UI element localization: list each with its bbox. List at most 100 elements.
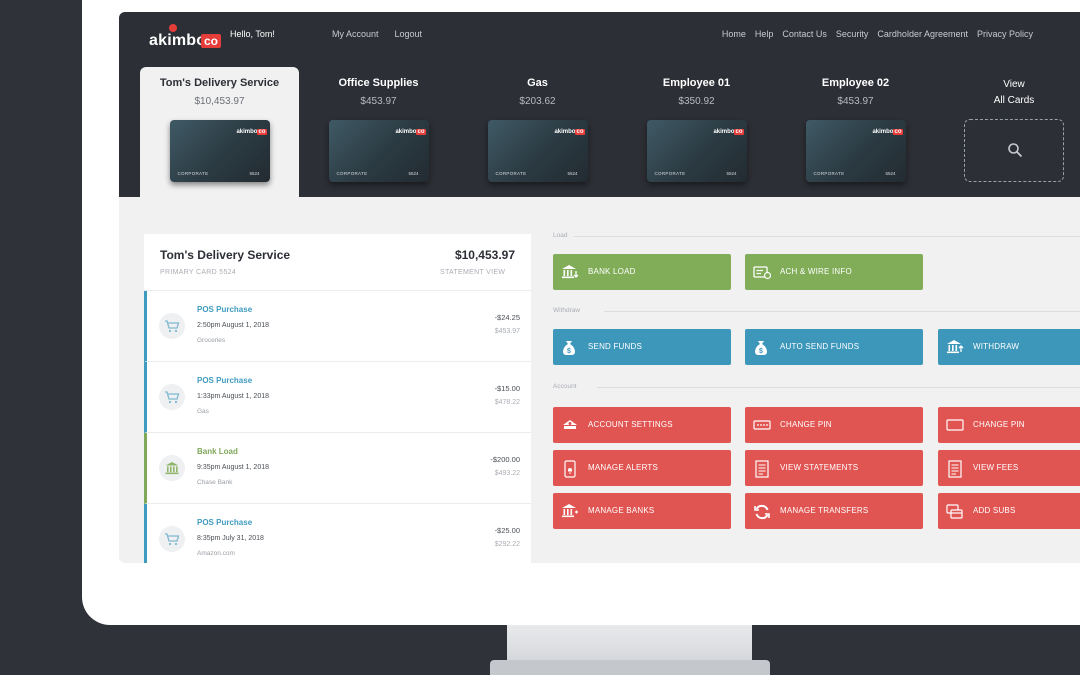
transaction-title: Bank Load: [197, 447, 238, 456]
withdraw-button[interactable]: WITHDRAW: [938, 329, 1080, 365]
cards-icon: [946, 504, 963, 519]
manage-transfers-button[interactable]: MANAGE TRANSFERS: [745, 493, 923, 529]
card-logo: akimboco: [236, 129, 267, 135]
transaction-row[interactable]: POS Purchase 2:50pm August 1, 2018 Groce…: [144, 291, 531, 362]
transaction-amount: -$24.25: [494, 313, 520, 322]
card-tile-toms-delivery[interactable]: Tom's Delivery Service $10,453.97 akimbo…: [140, 67, 299, 197]
card-tile-employee-02[interactable]: Employee 02 $453.97 akimboco CORPORATE 5…: [776, 67, 935, 197]
nav-privacy-policy[interactable]: Privacy Policy: [977, 29, 1033, 39]
view-statements-button[interactable]: VIEW STATEMENTS: [745, 450, 923, 486]
transaction-date: 1:33pm August 1, 2018: [197, 393, 269, 400]
account-name: Tom's Delivery Service: [160, 248, 291, 262]
card-icon: [946, 419, 964, 431]
card-tile-gas[interactable]: Gas $203.62 akimboco CORPORATE 5524: [458, 67, 617, 197]
bank-icon: [159, 455, 185, 481]
greeting-text: Hello, Tom!: [230, 29, 275, 39]
monitor-stand-base: [490, 660, 770, 675]
card-balance: $453.97: [837, 96, 874, 107]
transaction-title: POS Purchase: [197, 305, 253, 314]
card-last4: 5524: [885, 171, 896, 176]
settings-icon: [563, 420, 577, 429]
transaction-title: POS Purchase: [197, 376, 253, 385]
money-bag-icon: $: [563, 341, 575, 355]
phone-alert-icon: [564, 460, 576, 478]
transaction-row[interactable]: Bank Load 9:35pm August 1, 2018 Chase Ba…: [144, 433, 531, 504]
running-balance: $292.22: [494, 541, 520, 548]
wire-info-icon: [753, 266, 771, 280]
search-cards-button[interactable]: [964, 119, 1064, 182]
card-tile-employee-01[interactable]: Employee 01 $350.92 akimboco CORPORATE 5…: [617, 67, 776, 197]
card-name: Employee 01: [662, 77, 731, 89]
card-image: akimboco CORPORATE 5524: [328, 120, 429, 182]
bank-load-icon: [562, 265, 579, 279]
transaction-amount: -$15.00: [494, 384, 520, 393]
card-logo: akimboco: [713, 129, 744, 135]
auto-send-funds-button[interactable]: $ AUTO SEND FUNDS: [745, 329, 923, 365]
view-all-label: View All Cards: [993, 79, 1035, 106]
transaction-category: Chase Bank: [197, 479, 233, 486]
account-nav: My Account Logout: [332, 29, 422, 39]
bank-icon: [562, 504, 578, 518]
app-screen: akimbo co Hello, Tom! My Account Logout …: [119, 12, 1080, 563]
send-funds-button[interactable]: $ SEND FUNDS: [553, 329, 731, 365]
card-last4: 5524: [408, 171, 419, 176]
account-settings-button[interactable]: ACCOUNT SETTINGS: [553, 407, 731, 443]
ach-wire-info-button[interactable]: ACH & WIRE INFO: [745, 254, 923, 290]
manage-alerts-button[interactable]: MANAGE ALERTS: [553, 450, 731, 486]
change-pin-button-2[interactable]: CHANGE PIN: [938, 407, 1080, 443]
logo-wordmark: akimbo: [149, 32, 207, 49]
card-tile-office-supplies[interactable]: Office Supplies $453.97 akimboco CORPORA…: [299, 67, 458, 197]
nav-my-account[interactable]: My Account: [332, 29, 379, 39]
account-balance: $10,453.97: [454, 248, 515, 262]
change-pin-button[interactable]: CHANGE PIN: [745, 407, 923, 443]
section-divider: [604, 311, 1080, 312]
card-balance: $350.92: [678, 96, 715, 107]
nav-security[interactable]: Security: [836, 29, 869, 39]
card-image: akimboco CORPORATE 5524: [805, 120, 906, 182]
transaction-title: POS Purchase: [197, 518, 253, 527]
add-subs-button[interactable]: ADD SUBS: [938, 493, 1080, 529]
transaction-category: Gas: [197, 408, 209, 415]
document-icon: [948, 460, 962, 478]
pin-icon: [753, 420, 771, 430]
section-label-withdraw: Withdraw: [553, 307, 581, 314]
section-label-account: Account: [553, 383, 577, 390]
header-bar: akimbo co Hello, Tom! My Account Logout …: [119, 12, 1080, 197]
nav-logout[interactable]: Logout: [395, 29, 423, 39]
card-last4: 5524: [249, 171, 260, 176]
transaction-row[interactable]: POS Purchase 1:33pm August 1, 2018 Gas -…: [144, 362, 531, 433]
bank-load-button[interactable]: BANK LOAD: [553, 254, 731, 290]
transaction-date: 2:50pm August 1, 2018: [197, 322, 269, 329]
transaction-category: Amazon.com: [197, 550, 235, 557]
running-balance: $493.22: [494, 470, 520, 477]
card-name: Office Supplies: [338, 77, 419, 89]
card-logo: akimboco: [872, 129, 903, 135]
nav-home[interactable]: Home: [722, 29, 746, 39]
section-divider: [597, 387, 1080, 388]
view-fees-button[interactable]: VIEW FEES: [938, 450, 1080, 486]
card-image: akimboco CORPORATE 5524: [169, 120, 270, 182]
nav-contact-us[interactable]: Contact Us: [782, 29, 827, 39]
card-name: Employee 02: [821, 77, 890, 89]
card-logo: akimboco: [395, 129, 426, 135]
transaction-date: 8:35pm July 31, 2018: [197, 535, 264, 542]
logo-dot-icon: [169, 24, 177, 32]
card-name: Tom's Delivery Service: [159, 77, 280, 89]
transaction-date: 9:35pm August 1, 2018: [197, 464, 269, 471]
cart-icon: [159, 313, 185, 339]
card-type: CORPORATE: [813, 171, 845, 176]
section-label-load: Load: [553, 232, 568, 239]
card-last4: 5524: [726, 171, 737, 176]
view-all-cards[interactable]: View All Cards: [942, 67, 1080, 197]
statement-view-link[interactable]: STATEMENT VIEW: [440, 269, 505, 276]
manage-banks-button[interactable]: MANAGE BANKS: [553, 493, 731, 529]
nav-cardholder-agreement[interactable]: Cardholder Agreement: [877, 29, 968, 39]
transaction-category: Groceries: [197, 337, 226, 344]
nav-help[interactable]: Help: [755, 29, 774, 39]
account-panel: Tom's Delivery Service $10,453.97 PRIMAR…: [144, 234, 531, 563]
site-nav: Home Help Contact Us Security Cardholder…: [722, 29, 1033, 39]
cart-icon: [159, 384, 185, 410]
transaction-amount: -$200.00: [490, 455, 520, 464]
card-logo: akimboco: [554, 129, 585, 135]
transaction-row[interactable]: POS Purchase 8:35pm July 31, 2018 Amazon…: [144, 504, 531, 563]
